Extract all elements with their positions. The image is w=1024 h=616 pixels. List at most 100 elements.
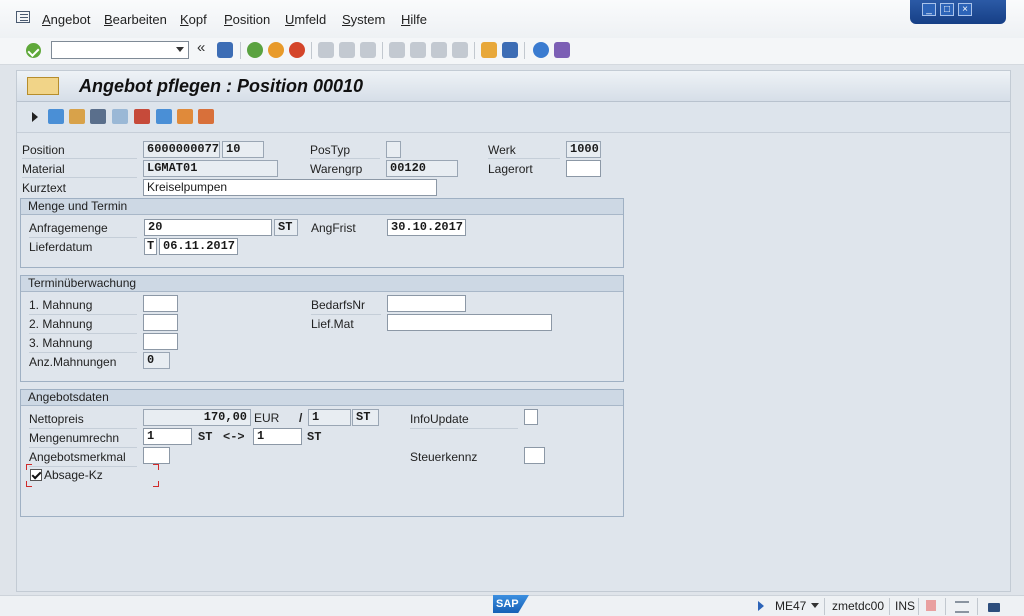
command-field[interactable] bbox=[51, 41, 189, 59]
kurztext-input[interactable]: Kreiselpumpen bbox=[143, 179, 437, 196]
delete-icon[interactable] bbox=[48, 109, 64, 124]
mahnung1-label: 1. Mahnung bbox=[29, 298, 93, 312]
mahnung1-input[interactable] bbox=[143, 295, 178, 312]
angfrist-input[interactable]: 30.10.2017 bbox=[387, 219, 466, 236]
menu-umfeld[interactable]: Umfeld bbox=[285, 12, 326, 27]
menu-hilfe[interactable]: Hilfe bbox=[401, 12, 427, 27]
status-play-icon[interactable] bbox=[758, 601, 764, 611]
bedarfsnr-label: BedarfsNr bbox=[311, 298, 366, 312]
previous-page-icon[interactable] bbox=[410, 42, 426, 58]
absage-checkbox[interactable] bbox=[30, 469, 42, 481]
standard-toolbar: « bbox=[0, 38, 1024, 65]
mahnung3-input[interactable] bbox=[143, 333, 178, 350]
transaction-code: ME47 bbox=[775, 599, 807, 613]
per-field: 1 bbox=[308, 409, 351, 426]
main-panel: Angebot pflegen : Position 00010 Positio… bbox=[16, 70, 1011, 592]
truck-icon[interactable] bbox=[177, 109, 193, 124]
mahnung2-input[interactable] bbox=[143, 314, 178, 331]
first-page-icon[interactable] bbox=[389, 42, 405, 58]
window-controls: _ □ × bbox=[910, 0, 1006, 24]
status-settings-icon[interactable] bbox=[955, 601, 969, 613]
liefmat-label: Lief.Mat bbox=[311, 317, 354, 331]
display-icon[interactable] bbox=[112, 109, 128, 124]
infoupdate-checkbox[interactable] bbox=[524, 409, 538, 425]
expand-icon[interactable] bbox=[32, 112, 38, 122]
sap-logo: SAP bbox=[493, 595, 529, 613]
maximize-icon[interactable]: □ bbox=[940, 3, 954, 16]
bedarfsnr-input[interactable] bbox=[387, 295, 466, 312]
mahnung2-label: 2. Mahnung bbox=[29, 317, 93, 331]
print-icon[interactable] bbox=[318, 42, 334, 58]
partner-icon[interactable] bbox=[69, 109, 85, 124]
shortcut-icon[interactable] bbox=[502, 42, 518, 58]
position-label: Position bbox=[22, 143, 65, 157]
material-field: LGMAT01 bbox=[143, 160, 278, 177]
edit-text-icon[interactable] bbox=[156, 109, 172, 124]
overview-icon[interactable] bbox=[198, 109, 214, 124]
collapse-icon[interactable]: « bbox=[197, 39, 205, 56]
offer-icon[interactable] bbox=[27, 77, 59, 95]
lock-icon[interactable] bbox=[988, 603, 1000, 612]
angebotsmerkmal-input[interactable] bbox=[143, 447, 170, 464]
nettopreis-label: Nettopreis bbox=[29, 412, 84, 426]
minimize-icon[interactable]: _ bbox=[922, 3, 936, 16]
close-icon[interactable]: × bbox=[958, 3, 972, 16]
menu-system[interactable]: System bbox=[342, 12, 385, 27]
enter-check-icon[interactable] bbox=[26, 43, 41, 58]
steuerkennz-input[interactable] bbox=[524, 447, 545, 464]
help-icon[interactable] bbox=[533, 42, 549, 58]
page-title: Angebot pflegen : Position 00010 bbox=[79, 76, 364, 96]
menu-bar: Angebot Bearbeiten Kopf Position Umfeld … bbox=[0, 0, 1024, 39]
termin-group: Terminüberwachung 1. Mahnung 2. Mahnung … bbox=[20, 275, 624, 382]
currency-label: EUR bbox=[254, 411, 280, 425]
umrechn-left-unit: ST bbox=[198, 430, 213, 444]
steuerkennz-label: Steuerkennz bbox=[410, 450, 478, 464]
postyp-label: PosTyp bbox=[310, 143, 351, 157]
angebotsmerkmal-label: Angebotsmerkmal bbox=[29, 450, 126, 464]
menu-kopf[interactable]: Kopf bbox=[180, 12, 207, 27]
material-label: Material bbox=[22, 162, 65, 176]
status-graph-icon bbox=[926, 600, 936, 611]
lagerort-label: Lagerort bbox=[488, 162, 533, 176]
umrechn-left-input[interactable]: 1 bbox=[143, 428, 192, 445]
position-doc-field: 6000000077 bbox=[143, 141, 220, 158]
customize-layout-icon[interactable] bbox=[554, 42, 570, 58]
umrechn-right-input[interactable]: 1 bbox=[253, 428, 302, 445]
menu-position[interactable]: Position bbox=[224, 12, 270, 27]
anfragemenge-input[interactable]: 20 bbox=[144, 219, 272, 236]
menu-angebot[interactable]: Angebot bbox=[42, 12, 90, 27]
insert-mode: INS bbox=[895, 599, 916, 613]
kurztext-label: Kurztext bbox=[22, 181, 67, 195]
new-session-icon[interactable] bbox=[481, 42, 497, 58]
cancel-icon[interactable] bbox=[289, 42, 305, 58]
back-icon[interactable] bbox=[247, 42, 263, 58]
find-icon[interactable] bbox=[339, 42, 355, 58]
termin-header: Terminüberwachung bbox=[21, 276, 623, 292]
screen-title-bar: Angebot pflegen : Position 00010 bbox=[17, 71, 1010, 102]
mahnung3-label: 3. Mahnung bbox=[29, 336, 93, 350]
lagerort-input[interactable] bbox=[566, 160, 601, 177]
save-icon[interactable] bbox=[217, 42, 233, 58]
liefmat-input[interactable] bbox=[387, 314, 552, 331]
warengrp-field: 00120 bbox=[386, 160, 458, 177]
status-chevron-down-icon[interactable] bbox=[811, 603, 819, 608]
last-page-icon[interactable] bbox=[452, 42, 468, 58]
menu-list-icon[interactable] bbox=[16, 11, 30, 23]
next-page-icon[interactable] bbox=[431, 42, 447, 58]
find-next-icon[interactable] bbox=[360, 42, 376, 58]
umrechn-right-unit: ST bbox=[307, 430, 322, 444]
warengrp-label: Warengrp bbox=[310, 162, 363, 176]
anfragemenge-label: Anfragemenge bbox=[29, 221, 108, 235]
menu-bearbeiten[interactable]: Bearbeiten bbox=[104, 12, 167, 27]
werk-field: 1000 bbox=[566, 141, 601, 158]
menge-termin-header: Menge und Termin bbox=[21, 199, 623, 215]
lieferdatum-type-input[interactable]: T bbox=[144, 238, 157, 255]
angebotsdaten-group: Angebotsdaten Nettopreis 170,00 EUR / 1 … bbox=[20, 389, 624, 517]
lieferdatum-input[interactable]: 06.11.2017 bbox=[159, 238, 238, 255]
exit-icon[interactable] bbox=[268, 42, 284, 58]
delivery-icon[interactable] bbox=[134, 109, 150, 124]
lieferdatum-label: Lieferdatum bbox=[29, 240, 93, 254]
chevron-down-icon[interactable] bbox=[176, 47, 184, 52]
condition-icon[interactable] bbox=[90, 109, 106, 124]
menge-termin-group: Menge und Termin Anfragemenge 20 ST AngF… bbox=[20, 198, 624, 268]
